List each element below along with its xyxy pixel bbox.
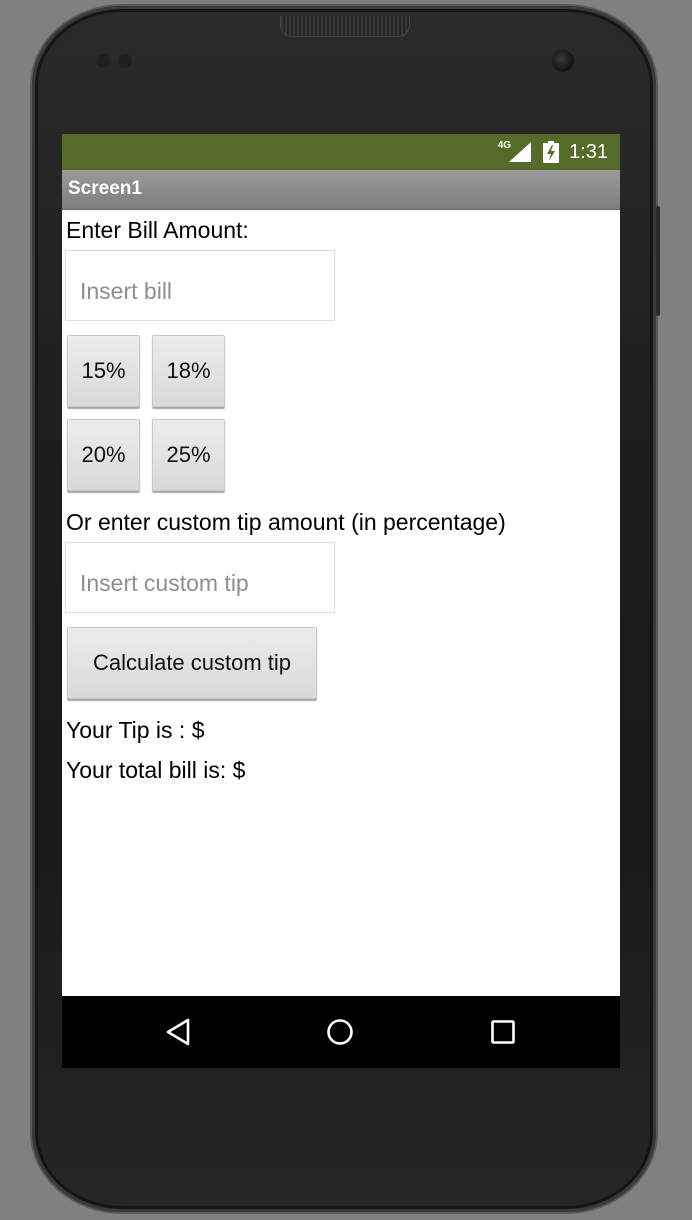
calculate-custom-tip-button[interactable]: Calculate custom tip <box>67 627 317 699</box>
custom-tip-input[interactable] <box>65 542 335 613</box>
screen-title: Screen1 <box>68 178 142 199</box>
tip-25-button[interactable]: 25% <box>152 419 225 491</box>
tip-15-button[interactable]: 15% <box>67 335 140 407</box>
home-icon <box>327 1019 353 1045</box>
signal-icon <box>509 142 532 162</box>
total-bill-result-text: Your total bill is: $ <box>66 757 246 783</box>
earpiece-speaker <box>280 16 410 37</box>
front-camera <box>552 50 574 72</box>
power-key <box>656 206 660 316</box>
tip-18-button[interactable]: 18% <box>152 335 225 407</box>
recents-icon <box>491 1020 515 1044</box>
system-navigation-bar <box>62 996 620 1068</box>
light-sensor <box>118 54 132 68</box>
proximity-sensor <box>96 54 110 68</box>
bill-amount-label: Enter Bill Amount: <box>66 217 249 243</box>
battery-charging-icon <box>543 141 560 163</box>
custom-tip-label: Or enter custom tip amount (in percentag… <box>66 509 506 535</box>
recents-button[interactable] <box>483 1014 523 1050</box>
network-type-label: 4G <box>497 139 512 151</box>
bill-amount-input[interactable] <box>65 250 335 321</box>
tip-20-button[interactable]: 20% <box>67 419 140 491</box>
back-icon <box>166 1018 190 1046</box>
emulator-stage: 4G 1:31 Screen1 Enter Bill Amount: 15% 1 <box>0 0 692 1220</box>
device-screen: 4G 1:31 Screen1 Enter Bill Amount: 15% 1 <box>62 134 620 1068</box>
back-button[interactable] <box>158 1014 198 1050</box>
tip-result-text: Your Tip is : $ <box>66 717 205 743</box>
home-button[interactable] <box>320 1014 360 1050</box>
status-bar: 4G 1:31 <box>62 134 620 170</box>
app-title-bar: Screen1 <box>62 170 620 210</box>
status-icons: 4G 1:31 <box>498 140 608 164</box>
status-clock: 1:31 <box>569 140 608 163</box>
